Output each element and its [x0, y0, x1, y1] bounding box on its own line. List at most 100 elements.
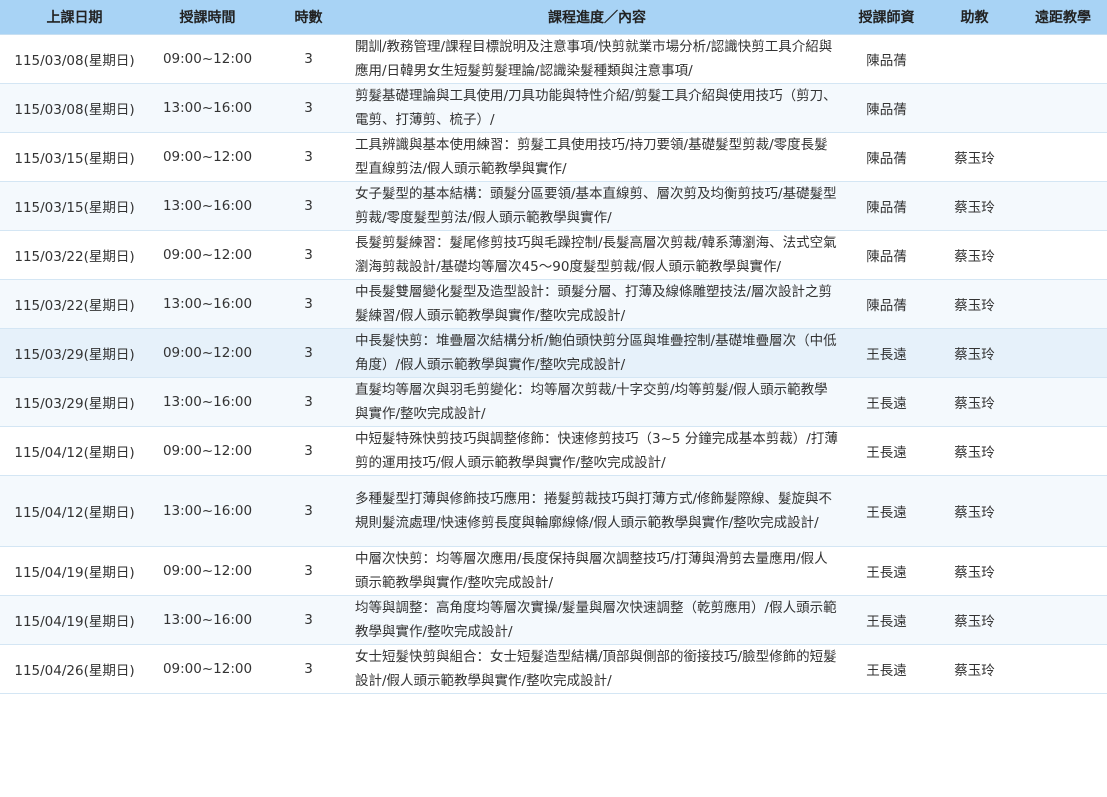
header-remote: 遠距教學: [1019, 0, 1107, 35]
cell-content: 中層次快剪：均等層次應用/長度保持與層次調整技巧/打薄與滑剪去量應用/假人頭示範…: [351, 546, 843, 596]
cell-hours: 3: [266, 426, 351, 476]
cell-teacher: 陳品蒨: [843, 279, 930, 329]
cell-hours: 3: [266, 644, 351, 694]
cell-teacher: 陳品蒨: [843, 83, 930, 133]
cell-time: 13:00~16:00: [149, 595, 266, 645]
cell-remote: [1019, 595, 1107, 645]
cell-remote: [1019, 230, 1107, 280]
cell-assistant: 蔡玉玲: [930, 230, 1019, 280]
cell-content: 均等與調整：高角度均等層次實操/髮量與層次快速調整（乾剪應用）/假人頭示範教學與…: [351, 595, 843, 645]
cell-content: 中短髮特殊快剪技巧與調整修飾：快速修剪技巧（3~5 分鐘完成基本剪裁）/打薄剪的…: [351, 426, 843, 476]
cell-time: 13:00~16:00: [149, 83, 266, 133]
cell-teacher: 王長遠: [843, 546, 930, 596]
cell-teacher: 陳品蒨: [843, 181, 930, 231]
cell-assistant: 蔡玉玲: [930, 546, 1019, 596]
header-hours: 時數: [266, 0, 351, 35]
table-row: 115/03/22(星期日) 13:00~16:00 3 中長髮雙層變化髮型及造…: [0, 279, 1107, 329]
cell-hours: 3: [266, 132, 351, 182]
cell-hours: 3: [266, 377, 351, 427]
cell-teacher: 王長遠: [843, 475, 930, 547]
cell-content: 多種髮型打薄與修飾技巧應用：捲髮剪裁技巧與打薄方式/修飾髮際線、髮旋與不規則髮流…: [351, 475, 843, 547]
cell-content: 女士短髮快剪與組合：女士短髮造型結構/頂部與側部的銜接技巧/臉型修飾的短髮設計/…: [351, 644, 843, 694]
cell-time: 09:00~12:00: [149, 132, 266, 182]
cell-teacher: 王長遠: [843, 595, 930, 645]
cell-assistant: 蔡玉玲: [930, 279, 1019, 329]
table-row: 115/04/26(星期日) 09:00~12:00 3 女士短髮快剪與組合：女…: [0, 644, 1107, 694]
cell-assistant: 蔡玉玲: [930, 644, 1019, 694]
table-header: 上課日期 授課時間 時數 課程進度／內容 授課師資 助教 遠距教學: [0, 0, 1107, 35]
cell-date: 115/04/12(星期日): [0, 426, 149, 476]
cell-time: 09:00~12:00: [149, 426, 266, 476]
cell-date: 115/03/22(星期日): [0, 230, 149, 280]
cell-remote: [1019, 34, 1107, 84]
table-row: 115/04/19(星期日) 13:00~16:00 3 均等與調整：高角度均等…: [0, 595, 1107, 645]
cell-time: 13:00~16:00: [149, 475, 266, 547]
cell-content: 女子髮型的基本結構：頭髮分區要領/基本直線剪、層次剪及均衡剪技巧/基礎髮型剪裁/…: [351, 181, 843, 231]
cell-hours: 3: [266, 595, 351, 645]
table-row: 115/03/29(星期日) 13:00~16:00 3 直髮均等層次與羽毛剪變…: [0, 377, 1107, 427]
table-row: 115/03/15(星期日) 13:00~16:00 3 女子髮型的基本結構：頭…: [0, 181, 1107, 231]
cell-hours: 3: [266, 279, 351, 329]
cell-date: 115/03/08(星期日): [0, 83, 149, 133]
cell-hours: 3: [266, 83, 351, 133]
cell-assistant: 蔡玉玲: [930, 181, 1019, 231]
table-row: 115/04/12(星期日) 13:00~16:00 3 多種髮型打薄與修飾技巧…: [0, 475, 1107, 547]
cell-date: 115/04/26(星期日): [0, 644, 149, 694]
header-time: 授課時間: [149, 0, 266, 35]
cell-content: 剪髮基礎理論與工具使用/刀具功能與特性介紹/剪髮工具介紹與使用技巧（剪刀、電剪、…: [351, 83, 843, 133]
cell-teacher: 王長遠: [843, 644, 930, 694]
table-row: 115/03/08(星期日) 09:00~12:00 3 開訓/教務管理/課程目…: [0, 34, 1107, 84]
cell-remote: [1019, 132, 1107, 182]
table-row: 115/04/12(星期日) 09:00~12:00 3 中短髮特殊快剪技巧與調…: [0, 426, 1107, 476]
cell-hours: 3: [266, 546, 351, 596]
cell-date: 115/04/19(星期日): [0, 546, 149, 596]
cell-content: 直髮均等層次與羽毛剪變化：均等層次剪裁/十字交剪/均等剪髮/假人頭示範教學與實作…: [351, 377, 843, 427]
cell-time: 09:00~12:00: [149, 546, 266, 596]
cell-date: 115/03/29(星期日): [0, 377, 149, 427]
cell-hours: 3: [266, 181, 351, 231]
table-row: 115/04/19(星期日) 09:00~12:00 3 中層次快剪：均等層次應…: [0, 546, 1107, 596]
cell-remote: [1019, 546, 1107, 596]
cell-date: 115/04/19(星期日): [0, 595, 149, 645]
cell-remote: [1019, 377, 1107, 427]
table-row: 115/03/22(星期日) 09:00~12:00 3 長髮剪髮練習：髮尾修剪…: [0, 230, 1107, 280]
header-assistant: 助教: [930, 0, 1019, 35]
cell-remote: [1019, 83, 1107, 133]
cell-teacher: 王長遠: [843, 328, 930, 378]
cell-date: 115/03/29(星期日): [0, 328, 149, 378]
cell-time: 13:00~16:00: [149, 377, 266, 427]
cell-assistant: 蔡玉玲: [930, 426, 1019, 476]
cell-content: 中長髮雙層變化髮型及造型設計：頭髮分層、打薄及線條雕塑技法/層次設計之剪髮練習/…: [351, 279, 843, 329]
cell-time: 09:00~12:00: [149, 34, 266, 84]
header-date: 上課日期: [0, 0, 149, 35]
cell-date: 115/03/15(星期日): [0, 132, 149, 182]
cell-assistant: [930, 34, 1019, 84]
cell-remote: [1019, 426, 1107, 476]
cell-date: 115/04/12(星期日): [0, 475, 149, 547]
cell-assistant: 蔡玉玲: [930, 328, 1019, 378]
cell-time: 13:00~16:00: [149, 181, 266, 231]
header-teacher: 授課師資: [843, 0, 930, 35]
cell-time: 13:00~16:00: [149, 279, 266, 329]
cell-teacher: 王長遠: [843, 426, 930, 476]
table-body: 115/03/08(星期日) 09:00~12:00 3 開訓/教務管理/課程目…: [0, 34, 1107, 694]
cell-assistant: [930, 83, 1019, 133]
cell-hours: 3: [266, 230, 351, 280]
header-row: 上課日期 授課時間 時數 課程進度／內容 授課師資 助教 遠距教學: [0, 0, 1107, 35]
cell-teacher: 王長遠: [843, 377, 930, 427]
cell-content: 中長髮快剪：堆疊層次結構分析/鮑伯頭快剪分區與堆疊控制/基礎堆疊層次（中低角度）…: [351, 328, 843, 378]
cell-assistant: 蔡玉玲: [930, 475, 1019, 547]
cell-time: 09:00~12:00: [149, 328, 266, 378]
cell-hours: 3: [266, 475, 351, 547]
cell-date: 115/03/15(星期日): [0, 181, 149, 231]
course-schedule-table: 上課日期 授課時間 時數 課程進度／內容 授課師資 助教 遠距教學 115/03…: [0, 0, 1107, 694]
cell-teacher: 陳品蒨: [843, 230, 930, 280]
header-content: 課程進度／內容: [351, 0, 843, 35]
cell-date: 115/03/22(星期日): [0, 279, 149, 329]
cell-assistant: 蔡玉玲: [930, 132, 1019, 182]
cell-remote: [1019, 279, 1107, 329]
cell-remote: [1019, 181, 1107, 231]
cell-remote: [1019, 475, 1107, 547]
cell-assistant: 蔡玉玲: [930, 377, 1019, 427]
cell-time: 09:00~12:00: [149, 644, 266, 694]
